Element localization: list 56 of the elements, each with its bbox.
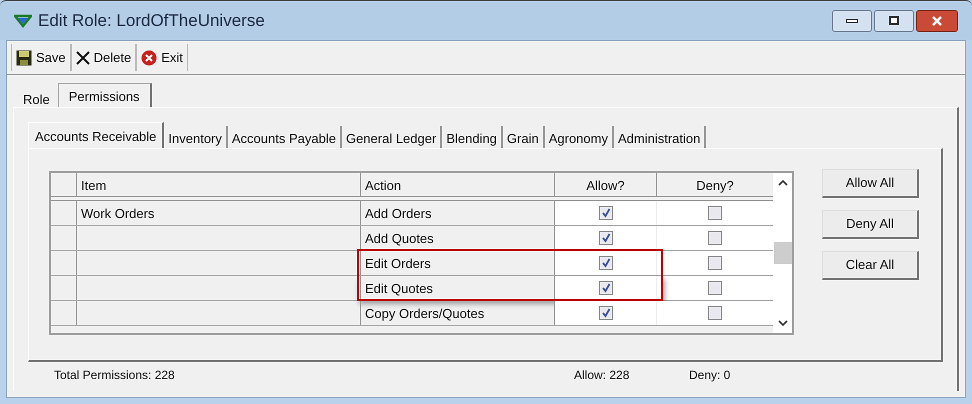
triangle-logo-icon	[14, 14, 32, 28]
tab[interactable]: Inventory	[164, 126, 228, 148]
tab[interactable]: Agronomy	[544, 126, 614, 148]
checkbox[interactable]	[708, 281, 722, 295]
table-cell: Add Orders	[365, 206, 432, 221]
tab[interactable]: Administration	[614, 126, 706, 148]
toolbar-button[interactable]: Delete	[70, 44, 136, 71]
column-header[interactable]: Deny?	[657, 173, 773, 196]
scrollbar[interactable]	[773, 173, 792, 333]
checkbox[interactable]	[708, 306, 722, 320]
checkbox[interactable]	[708, 256, 722, 270]
status-text: Total Permissions: 228	[54, 367, 176, 384]
checkbox[interactable]	[598, 206, 612, 220]
tab[interactable]: Accounts Payable	[228, 126, 342, 148]
status-text: Allow: 228	[574, 367, 630, 384]
tab[interactable]: Grain	[502, 126, 545, 148]
window-title: Edit Role: LordOfTheUniverse	[38, 10, 265, 32]
minimize-button[interactable]	[832, 10, 872, 32]
tab[interactable]: General Ledger	[342, 126, 442, 148]
table-cell: Work Orders	[81, 206, 154, 221]
maximize-button[interactable]	[874, 10, 914, 32]
scroll-up-icon[interactable]	[778, 179, 788, 186]
checkbox[interactable]	[598, 231, 612, 245]
checkbox[interactable]	[598, 256, 612, 270]
column-header[interactable]: Allow?	[555, 173, 657, 196]
checkbox[interactable]	[598, 306, 612, 320]
table-cell: Edit Quotes	[365, 281, 433, 296]
toolbar-button[interactable]: Save	[11, 44, 71, 71]
check-mark-icon	[600, 283, 610, 293]
tab[interactable]: Role	[15, 87, 58, 107]
toolbar-button[interactable]: Exit	[136, 44, 188, 71]
close-icon	[931, 16, 943, 26]
close-icon	[141, 50, 158, 66]
column-header[interactable]: Item	[77, 173, 361, 196]
action-button[interactable]: Deny All	[822, 210, 919, 239]
check-mark-icon	[600, 308, 610, 318]
table-cell: Edit Orders	[365, 256, 431, 271]
x-icon	[76, 50, 90, 64]
checkbox[interactable]	[598, 281, 612, 295]
action-button[interactable]: Clear All	[822, 251, 919, 280]
close-button[interactable]	[916, 10, 958, 32]
tab[interactable]: Accounts Receivable	[28, 122, 164, 148]
status-text: Deny: 0	[689, 367, 730, 384]
checkbox[interactable]	[708, 231, 722, 245]
column-header[interactable]: Action	[361, 173, 555, 196]
table-cell: Copy Orders/Quotes	[365, 306, 484, 321]
checkbox[interactable]	[708, 206, 722, 220]
check-mark-icon	[600, 208, 610, 218]
tab[interactable]: Blending	[442, 126, 503, 148]
scroll-thumb[interactable]	[774, 242, 792, 264]
table-cell: Add Quotes	[365, 231, 434, 246]
check-mark-icon	[600, 233, 610, 243]
check-mark-icon	[600, 258, 610, 268]
scroll-down-icon[interactable]	[778, 320, 788, 327]
tab[interactable]: Permissions	[58, 83, 152, 107]
action-button[interactable]: Allow All	[822, 169, 919, 198]
